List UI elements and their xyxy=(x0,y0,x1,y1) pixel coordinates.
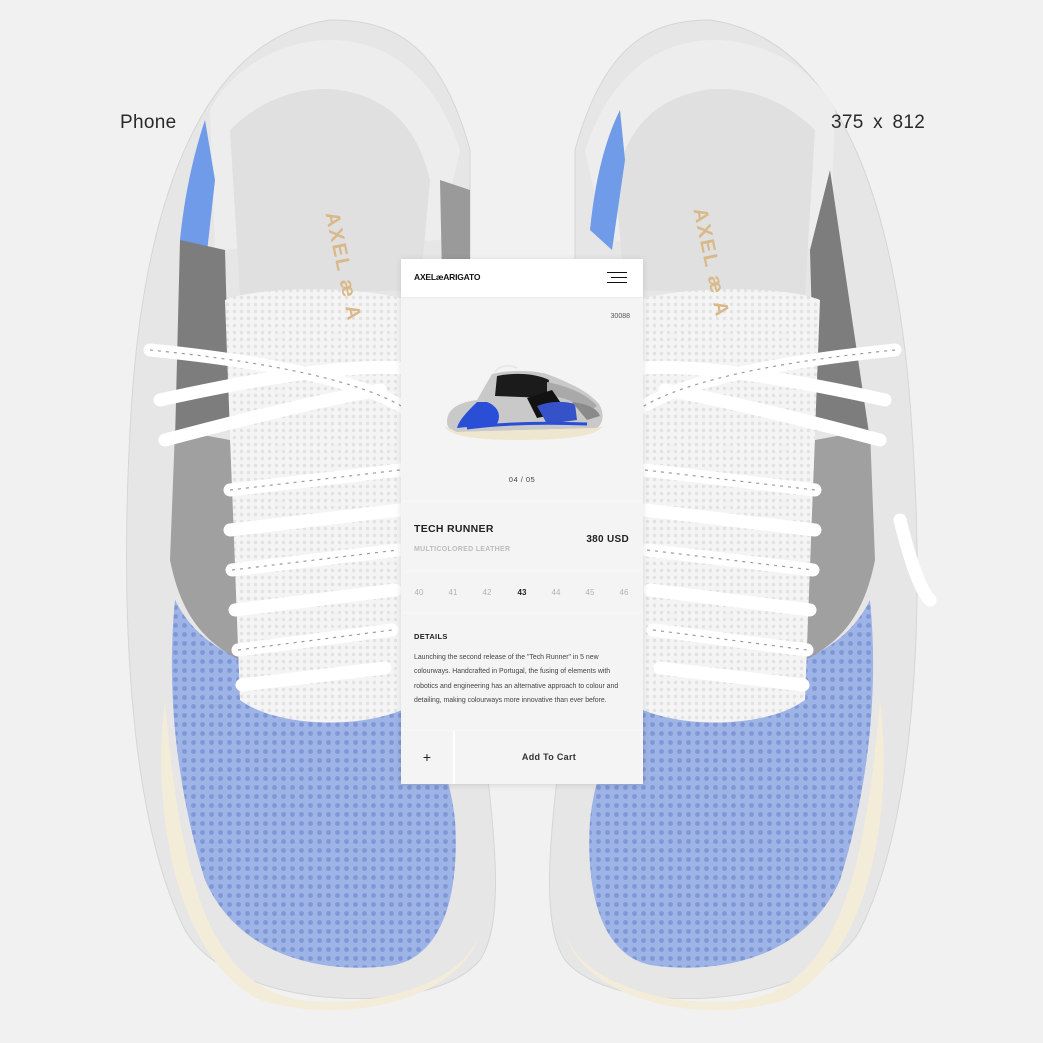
size-option[interactable]: 41 xyxy=(443,588,463,597)
size-option[interactable]: 46 xyxy=(614,588,634,597)
product-info: TECH RUNNER MULTICOLORED LEATHER 380 USD xyxy=(401,502,643,570)
size-option[interactable]: 42 xyxy=(477,588,497,597)
add-to-cart-button[interactable]: Add To Cart xyxy=(455,731,643,784)
app-header: AXELæARIGATO xyxy=(401,259,643,298)
device-dimensions-label: 375 x 812 xyxy=(831,112,926,133)
details-description: Launching the second release of the "Tec… xyxy=(414,654,619,704)
product-image xyxy=(445,364,603,440)
product-details: DETAILS Launching the second release of … xyxy=(401,614,643,729)
size-option[interactable]: 44 xyxy=(546,588,566,597)
cart-actions: + Add To Cart xyxy=(401,731,643,784)
brand-logo[interactable]: AXELæARIGATO xyxy=(414,272,480,282)
details-heading: DETAILS xyxy=(414,632,448,641)
size-option[interactable]: 40 xyxy=(409,588,429,597)
image-pagination-counter: 04 / 05 xyxy=(508,475,536,484)
device-label: Phone xyxy=(120,112,177,133)
product-sku: 30088 xyxy=(610,313,630,320)
phone-screen: AXELæARIGATO 30088 04 / 05 TECH RUNNER M… xyxy=(401,259,643,784)
add-button[interactable]: + xyxy=(401,731,455,784)
size-selector: 40 41 42 43 44 45 46 xyxy=(401,573,643,611)
product-material: MULTICOLORED LEATHER xyxy=(414,546,511,553)
product-image-carousel[interactable]: 30088 04 / 05 xyxy=(401,298,643,500)
product-price: 380 USD xyxy=(586,534,629,545)
size-option-selected[interactable]: 43 xyxy=(512,588,532,597)
hamburger-menu-icon[interactable] xyxy=(607,272,627,284)
size-option[interactable]: 45 xyxy=(580,588,600,597)
product-name: TECH RUNNER xyxy=(414,523,494,535)
